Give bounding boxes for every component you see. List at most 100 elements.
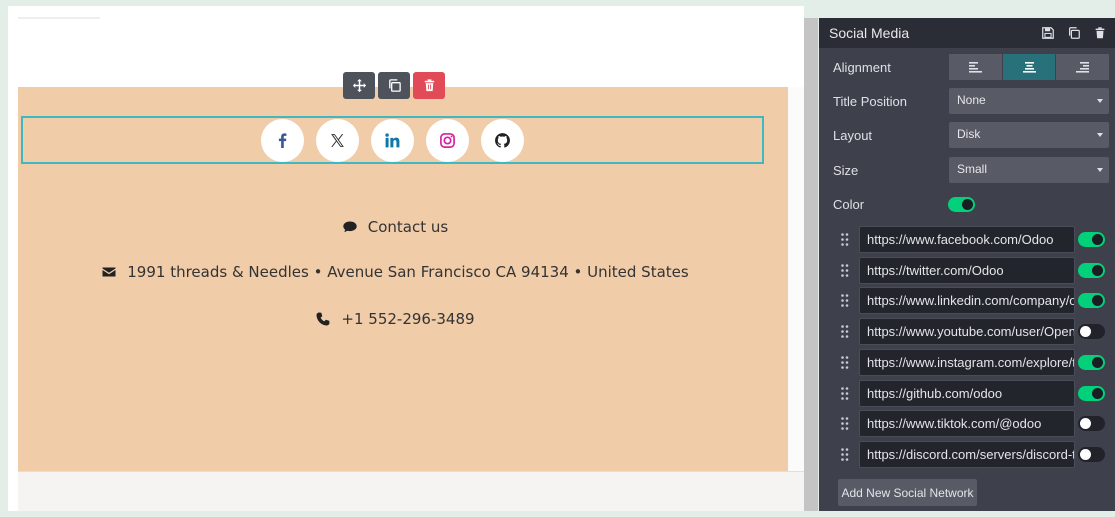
title-position-row: Title Position None bbox=[819, 88, 1115, 115]
social-media-snippet[interactable] bbox=[21, 116, 764, 164]
contact-us-line: Contact us bbox=[10, 218, 780, 236]
social-link-input[interactable]: https://www.tiktok.com/@odoo bbox=[859, 410, 1075, 438]
duplicate-snippet-button[interactable] bbox=[378, 72, 410, 99]
facebook-link[interactable] bbox=[261, 118, 304, 162]
social-link-row: https://www.youtube.com/user/OpenERPonli… bbox=[819, 318, 1115, 346]
save-icon[interactable] bbox=[1041, 26, 1055, 40]
size-value: Small bbox=[957, 162, 988, 176]
social-link-row: https://www.tiktok.com/@odoo bbox=[819, 410, 1115, 438]
address-line: 1991 threads & Needles • Avenue San Fran… bbox=[10, 263, 780, 281]
social-link-input[interactable]: https://twitter.com/Odoo bbox=[859, 256, 1075, 284]
toggle-knob bbox=[1092, 295, 1103, 307]
envelope-icon bbox=[102, 267, 116, 277]
move-snippet-button[interactable] bbox=[343, 72, 375, 99]
snippet-toolbar bbox=[343, 72, 445, 99]
social-link-input[interactable]: https://www.facebook.com/Odoo bbox=[859, 226, 1075, 253]
toggle-knob bbox=[1080, 418, 1091, 430]
align-right-icon bbox=[1076, 61, 1090, 73]
toggle-knob bbox=[962, 199, 973, 210]
panel-title: Social Media bbox=[829, 25, 910, 41]
add-social-network-label: Add New Social Network bbox=[841, 485, 974, 500]
drag-handle-icon[interactable] bbox=[841, 233, 849, 246]
address-text: 1991 threads & Needles • Avenue San Fran… bbox=[127, 263, 689, 281]
color-label: Color bbox=[833, 197, 865, 212]
chevron-down-icon bbox=[1097, 168, 1103, 172]
social-link-row: https://www.facebook.com/Odoo bbox=[819, 226, 1115, 253]
chat-bubble-icon bbox=[343, 221, 357, 233]
social-link-toggle[interactable] bbox=[1078, 385, 1105, 401]
social-link-input[interactable]: https://github.com/odoo bbox=[859, 379, 1075, 407]
drag-handle-icon[interactable] bbox=[841, 417, 849, 430]
social-link-toggle[interactable] bbox=[1078, 354, 1105, 370]
chevron-down-icon bbox=[1097, 133, 1103, 137]
social-link-toggle[interactable] bbox=[1078, 446, 1105, 462]
move-icon bbox=[352, 78, 366, 93]
social-link-row: https://www.linkedin.com/company/odoo bbox=[819, 287, 1115, 315]
trash-icon[interactable] bbox=[1093, 26, 1107, 40]
contact-us-text: Contact us bbox=[367, 218, 449, 236]
github-icon bbox=[495, 132, 510, 148]
toggle-knob bbox=[1092, 264, 1103, 276]
toggle-knob bbox=[1080, 326, 1091, 338]
align-left-icon bbox=[968, 61, 982, 73]
toggle-knob bbox=[1092, 234, 1103, 245]
drag-handle-icon[interactable] bbox=[841, 294, 849, 308]
color-toggle[interactable] bbox=[948, 197, 975, 212]
social-link-row: https://github.com/odoo bbox=[819, 379, 1115, 407]
social-link-input[interactable]: https://www.linkedin.com/company/odoo bbox=[859, 287, 1075, 315]
social-link-input[interactable]: https://discord.com/servers/discord-town… bbox=[859, 440, 1075, 468]
social-link-toggle[interactable] bbox=[1078, 293, 1105, 309]
add-social-network-button[interactable]: Add New Social Network bbox=[838, 479, 977, 506]
panel-header: Social Media bbox=[819, 18, 1115, 48]
alignment-label: Alignment bbox=[833, 60, 891, 75]
drag-handle-icon[interactable] bbox=[841, 386, 849, 400]
social-link-input[interactable]: https://www.youtube.com/user/OpenERPonli… bbox=[859, 318, 1075, 346]
instagram-link[interactable] bbox=[426, 118, 469, 162]
chevron-down-icon bbox=[1097, 99, 1103, 103]
facebook-icon bbox=[278, 132, 287, 148]
drag-handle-icon[interactable] bbox=[841, 448, 849, 461]
github-link[interactable] bbox=[481, 118, 524, 162]
phone-text: +1 552-296-3489 bbox=[341, 310, 475, 328]
align-center-button[interactable] bbox=[1002, 54, 1056, 80]
toggle-knob bbox=[1092, 356, 1103, 368]
toggle-knob bbox=[1080, 448, 1091, 460]
layout-row: Layout Disk bbox=[819, 122, 1115, 149]
toggle-knob bbox=[1092, 387, 1103, 399]
align-center-icon bbox=[1022, 61, 1036, 73]
linkedin-icon bbox=[385, 132, 400, 147]
social-link-toggle[interactable] bbox=[1078, 324, 1105, 340]
copy-icon[interactable] bbox=[1067, 26, 1081, 40]
color-row: Color bbox=[819, 191, 1115, 218]
header-divider bbox=[18, 17, 100, 19]
drag-handle-icon[interactable] bbox=[841, 355, 849, 369]
social-link-row: https://www.instagram.com/explore/tags/o… bbox=[819, 348, 1115, 376]
size-row: Size Small bbox=[819, 157, 1115, 184]
drag-handle-icon[interactable] bbox=[841, 263, 849, 277]
social-link-toggle[interactable] bbox=[1078, 232, 1105, 247]
social-link-row: https://twitter.com/Odoo bbox=[819, 256, 1115, 284]
phone-line: +1 552-296-3489 bbox=[10, 310, 780, 328]
size-select[interactable]: Small bbox=[949, 157, 1109, 183]
social-link-toggle[interactable] bbox=[1078, 416, 1105, 432]
instagram-icon bbox=[440, 132, 455, 148]
social-link-row: https://discord.com/servers/discord-town… bbox=[819, 440, 1115, 468]
layout-label: Layout bbox=[833, 128, 873, 143]
linkedin-link[interactable] bbox=[371, 118, 414, 162]
social-link-input[interactable]: https://www.instagram.com/explore/tags/o… bbox=[859, 348, 1075, 376]
delete-snippet-button[interactable] bbox=[413, 72, 445, 99]
alignment-buttons bbox=[949, 54, 1110, 80]
layout-value: Disk bbox=[957, 127, 981, 141]
editor-scrollbar[interactable] bbox=[804, 18, 818, 511]
options-panel: Social Media Alignment Title Position No… bbox=[819, 18, 1115, 511]
title-position-select[interactable]: None bbox=[949, 88, 1109, 114]
align-left-button[interactable] bbox=[949, 54, 1002, 80]
layout-select[interactable]: Disk bbox=[949, 122, 1109, 148]
x-twitter-link[interactable] bbox=[316, 118, 359, 162]
align-right-button[interactable] bbox=[1056, 54, 1110, 80]
title-position-value: None bbox=[957, 93, 986, 107]
social-link-toggle[interactable] bbox=[1078, 262, 1105, 278]
drag-handle-icon[interactable] bbox=[841, 325, 849, 338]
canvas-edge bbox=[788, 87, 804, 471]
size-label: Size bbox=[833, 163, 859, 178]
